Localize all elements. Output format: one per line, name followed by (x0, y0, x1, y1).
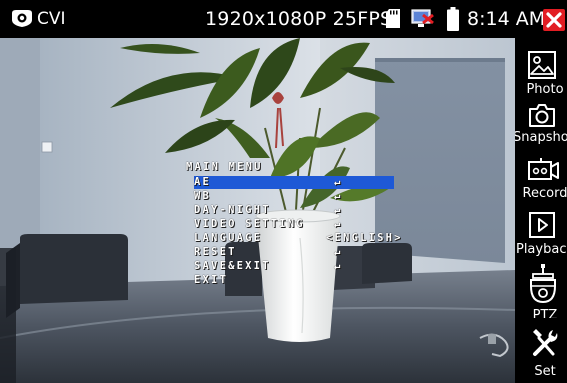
sidebar: Photo Snapshot Record (515, 38, 567, 383)
osd-item-exit[interactable]: EXIT (194, 274, 394, 287)
osd-item-enter-icon: ↵ (334, 260, 343, 272)
sidebar-item-photo[interactable]: Photo (515, 50, 567, 106)
resolution-readout: 1920x1080P 25FPS (205, 8, 393, 30)
osd-item-enter-icon: ↵ (334, 246, 343, 258)
video-preview[interactable]: MAIN MENU AE ↵ WB ↵ DAY-NIGHT ↵ VIDEO SE… (0, 38, 515, 383)
battery-icon (447, 7, 459, 35)
close-icon (546, 12, 562, 28)
osd-item-enter-icon: ↵ (334, 204, 343, 216)
sidebar-item-label: Set (534, 364, 556, 379)
sidebar-item-playback[interactable]: Playback (515, 210, 567, 266)
tester-screen: CVI 1920x1080P 25FPS 8:14 AM MAIN MENU A… (0, 0, 567, 383)
clock: 8:14 AM (467, 8, 546, 30)
sidebar-item-label: PTZ (532, 308, 558, 318)
tools-icon (529, 326, 559, 362)
osd-item-reset[interactable]: RESET ↵ (194, 246, 394, 259)
osd-item-label: RESET (194, 246, 237, 258)
osd-item-day-night[interactable]: DAY-NIGHT ↵ (194, 204, 394, 217)
photo-icon (527, 50, 557, 84)
osd-item-label: SAVE&EXIT (194, 260, 271, 272)
osd-item-label: EXIT (194, 274, 229, 286)
osd-item-video-setting[interactable]: VIDEO SETTING ↵ (194, 218, 394, 231)
osd-item-label: VIDEO SETTING (194, 218, 305, 230)
osd-item-enter-icon: ↵ (334, 190, 343, 202)
camera-icon (10, 10, 34, 32)
sidebar-item-ptz[interactable]: PTZ (515, 262, 567, 318)
sidebar-item-label: Record (522, 186, 567, 201)
osd-item-value: <ENGLISH> (326, 232, 403, 244)
osd-item-enter-icon: ↵ (334, 176, 343, 188)
sidebar-item-label: Playback (515, 242, 567, 257)
osd-menu-title: MAIN MENU (186, 161, 263, 173)
osd-item-save-exit[interactable]: SAVE&EXIT ↵ (194, 260, 394, 273)
osd-item-label: LANGUAGE (194, 232, 263, 244)
video-record-icon (527, 156, 561, 186)
osd-item-wb[interactable]: WB ↵ (194, 190, 394, 203)
osd-item-ae[interactable]: AE ↵ (194, 176, 394, 189)
sidebar-item-set[interactable]: Set (515, 326, 567, 382)
close-button[interactable] (543, 9, 565, 31)
status-bar: CVI 1920x1080P 25FPS 8:14 AM (0, 0, 567, 38)
osd-item-label: AE (194, 176, 212, 188)
osd-item-label: WB (194, 190, 212, 202)
app-title: CVI (37, 9, 66, 29)
sidebar-item-label: Photo (526, 82, 564, 97)
play-icon (527, 210, 557, 244)
sd-card-icon (386, 9, 400, 32)
ptz-dome-icon (527, 262, 559, 312)
osd-item-language[interactable]: LANGUAGE <ENGLISH> (194, 232, 401, 245)
network-icon (410, 9, 436, 33)
sidebar-item-record[interactable]: Record (515, 146, 567, 202)
sidebar-item-label: Snapshot (515, 130, 567, 145)
osd-item-label: DAY-NIGHT (194, 204, 271, 216)
osd-item-enter-icon: ↵ (334, 218, 343, 230)
